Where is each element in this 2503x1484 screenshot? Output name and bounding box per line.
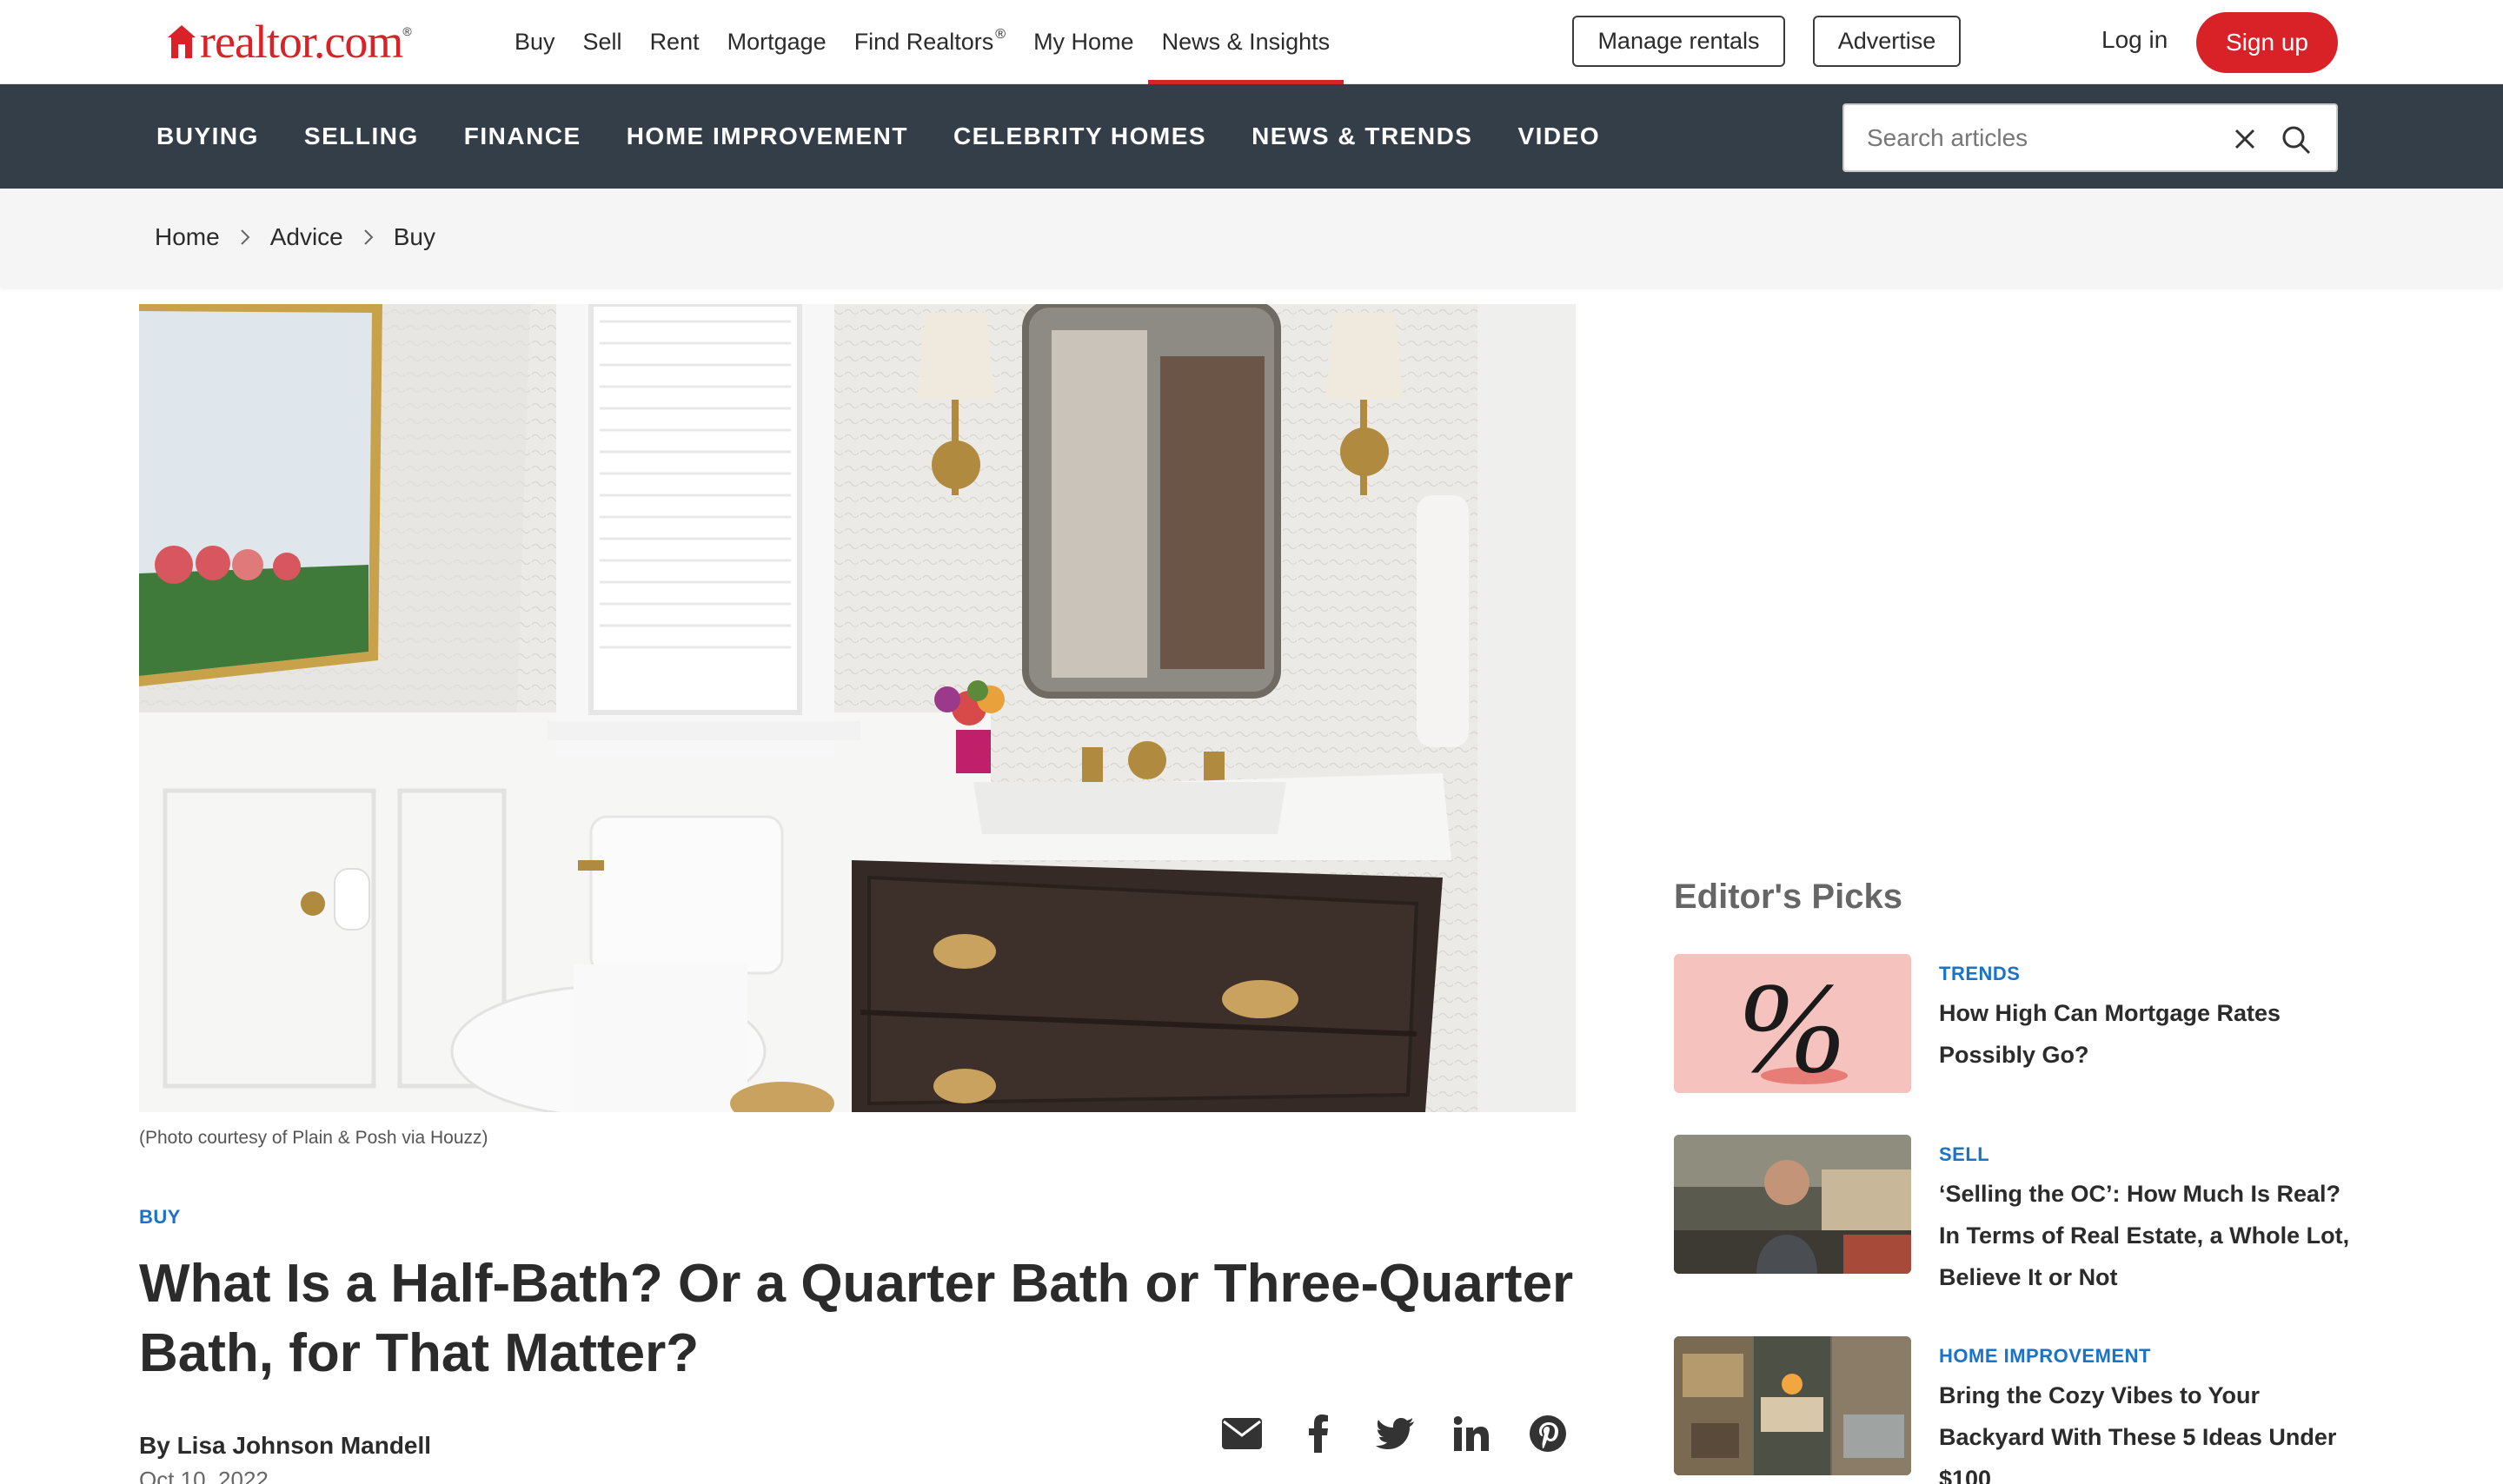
nav-find-realtors[interactable]: Find Realtors ® xyxy=(854,0,1006,83)
article-search xyxy=(1842,103,2338,172)
main-nav: Buy Sell Rent Mortgage Find Realtors ® My… xyxy=(515,0,1358,84)
article-title: What Is a Half-Bath? Or a Quarter Bath o… xyxy=(139,1254,1574,1383)
pick-title[interactable]: How High Can Mortgage Rates Possibly Go? xyxy=(1939,992,2365,1076)
share-bar xyxy=(1221,1413,1603,1454)
pick-thumbnail[interactable]: % xyxy=(1674,954,1911,1093)
nav-find-realtors-label: Find Realtors xyxy=(853,28,994,55)
nav-sell[interactable]: Sell xyxy=(583,0,622,83)
top-navigation: realtor.com ® Buy Sell Rent Mortgage Fin… xyxy=(0,0,2503,84)
breadcrumb-advice[interactable]: Advice xyxy=(270,223,343,251)
breadcrumb-bar: Home Advice Buy xyxy=(0,189,2503,288)
nav-news-insights[interactable]: News & Insights xyxy=(1147,0,1344,84)
pinterest-icon xyxy=(1530,1415,1566,1452)
nav-my-home[interactable]: My Home xyxy=(1033,0,1134,83)
sign-up-button[interactable]: Sign up xyxy=(2196,12,2338,73)
bathroom-photo xyxy=(139,304,1576,1112)
logo-text: realtor.com xyxy=(200,16,403,68)
backyard-collage-image xyxy=(1674,1336,1911,1475)
man-in-office-image xyxy=(1674,1135,1911,1274)
email-share-button[interactable] xyxy=(1221,1413,1263,1454)
pick-title[interactable]: ‘Selling the OC’: How Much Is Real? In T… xyxy=(1939,1173,2365,1298)
section-video[interactable]: VIDEO xyxy=(1517,123,1600,150)
image-caption: (Photo courtesy of Plain & Posh via Houz… xyxy=(139,1128,488,1148)
section-finance[interactable]: FINANCE xyxy=(464,123,581,150)
manage-rentals-button[interactable]: Manage rentals xyxy=(1572,16,1785,67)
nav-mortgage[interactable]: Mortgage xyxy=(727,0,827,83)
house-logo-icon xyxy=(168,25,196,58)
article-byline[interactable]: By Lisa Johnson Mandell xyxy=(139,1432,431,1460)
logo-trademark: ® xyxy=(402,24,412,38)
breadcrumb-buy[interactable]: Buy xyxy=(394,223,435,251)
pick-title[interactable]: Bring the Cozy Vibes to Your Backyard Wi… xyxy=(1939,1375,2365,1484)
chevron-right-icon xyxy=(364,229,374,245)
editors-picks-title: Editor's Picks xyxy=(1674,878,1902,916)
email-icon xyxy=(1222,1418,1262,1449)
article-category[interactable]: BUY xyxy=(139,1206,181,1229)
log-in-link[interactable]: Log in xyxy=(2101,26,2168,54)
pick-thumbnail[interactable] xyxy=(1674,1135,1911,1274)
breadcrumb-home[interactable]: Home xyxy=(155,223,220,251)
percent-sign-image: % xyxy=(1674,954,1911,1093)
breadcrumb: Home Advice Buy xyxy=(155,223,435,251)
svg-text:%: % xyxy=(1738,956,1847,1093)
pinterest-share-button[interactable] xyxy=(1527,1413,1569,1454)
advertise-button[interactable]: Advertise xyxy=(1813,16,1961,67)
search-icon[interactable] xyxy=(2281,124,2312,156)
section-home-improvement[interactable]: HOME IMPROVEMENT xyxy=(627,123,908,150)
search-input[interactable] xyxy=(1867,121,2214,156)
nav-rent[interactable]: Rent xyxy=(650,0,700,83)
section-news-trends[interactable]: NEWS & TRENDS xyxy=(1252,123,1472,150)
pick-thumbnail[interactable] xyxy=(1674,1336,1911,1475)
twitter-icon xyxy=(1376,1418,1414,1449)
facebook-icon xyxy=(1309,1414,1328,1453)
linkedin-share-button[interactable] xyxy=(1451,1413,1492,1454)
pick-category[interactable]: TRENDS xyxy=(1939,963,2020,985)
pick-category[interactable]: SELL xyxy=(1939,1143,1989,1166)
linkedin-icon xyxy=(1454,1416,1489,1451)
close-icon[interactable] xyxy=(2232,126,2258,152)
registered-mark: ® xyxy=(995,27,1006,42)
article-date: Oct 10, 2022 xyxy=(139,1467,269,1484)
facebook-share-button[interactable] xyxy=(1298,1413,1339,1454)
section-selling[interactable]: SELLING xyxy=(304,123,419,150)
twitter-share-button[interactable] xyxy=(1374,1413,1416,1454)
section-navigation: BUYING SELLING FINANCE HOME IMPROVEMENT … xyxy=(0,84,2503,189)
article-hero-image xyxy=(139,304,1576,1112)
pick-category[interactable]: HOME IMPROVEMENT xyxy=(1939,1345,2151,1368)
chevron-right-icon xyxy=(240,229,250,245)
section-buying[interactable]: BUYING xyxy=(156,123,259,150)
section-celebrity-homes[interactable]: CELEBRITY HOMES xyxy=(953,123,1206,150)
nav-buy[interactable]: Buy xyxy=(515,0,555,83)
realtor-logo[interactable]: realtor.com ® xyxy=(167,16,412,68)
